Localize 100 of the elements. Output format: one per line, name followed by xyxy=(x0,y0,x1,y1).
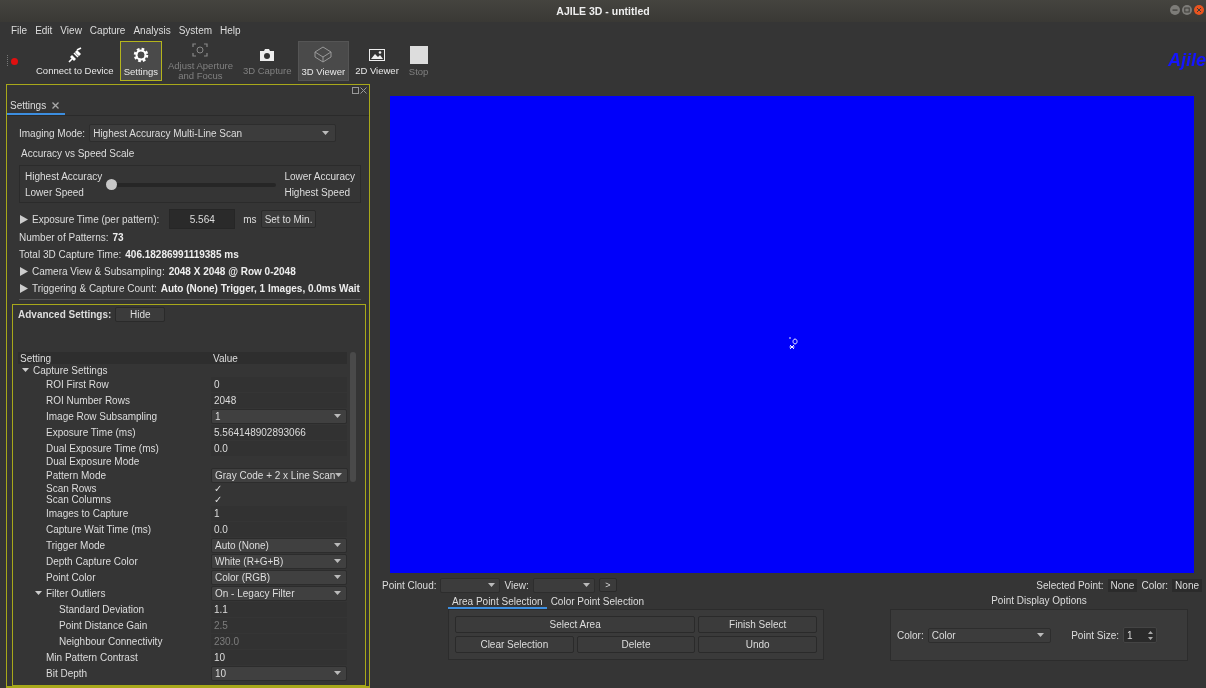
setting-dropdown[interactable]: 10 xyxy=(211,665,347,681)
point-size-spinbox[interactable]: 1 xyxy=(1123,627,1157,643)
color-dropdown[interactable]: Color xyxy=(927,627,1051,643)
field-label: Imaging Mode: xyxy=(19,127,86,139)
menu-item[interactable]: Help xyxy=(220,24,241,36)
setting-name: ROI Number Rows xyxy=(46,394,130,406)
setting-name: Scan Columns xyxy=(46,494,112,505)
dropdown-caret-icon xyxy=(334,591,341,595)
gear-icon xyxy=(131,45,150,64)
action-button[interactable]: Select Area xyxy=(455,616,696,633)
minimize-icon xyxy=(1170,5,1180,15)
field-label: Color: xyxy=(1141,579,1169,591)
toolbar-button[interactable]: 2D Viewer xyxy=(351,41,403,81)
setting-name: Point Color xyxy=(46,571,96,583)
menu-item[interactable]: Capture xyxy=(89,24,126,36)
hide-button[interactable]: Hide xyxy=(115,306,166,322)
slider-thumb[interactable] xyxy=(106,178,118,190)
setting-name: Min Pattern Contrast xyxy=(46,651,138,663)
color-value: None xyxy=(1172,578,1202,592)
selection-tab[interactable]: Color Point Selection xyxy=(546,595,648,609)
scale-label: Highest Speed xyxy=(284,186,351,198)
setting-checkmark[interactable]: ✓ xyxy=(211,483,347,494)
close-icon xyxy=(360,87,367,94)
field-label: View: xyxy=(504,579,529,591)
info-label: Number of Patterns: xyxy=(19,232,109,243)
imaging-mode-dropdown[interactable]: Highest Accuracy Multi-Line Scan xyxy=(89,124,337,142)
toolbar-button[interactable]: Settings xyxy=(119,41,162,81)
exposure-field[interactable]: 5.564 xyxy=(169,209,236,229)
scale-label: Highest Accuracy xyxy=(25,170,103,182)
setting-checkmark[interactable]: ✓ xyxy=(211,494,347,505)
info-label: Total 3D Capture Time: xyxy=(19,249,122,260)
setting-dropdown[interactable]: White (R+G+B) xyxy=(211,553,347,569)
setting-name: Bit Depth xyxy=(46,667,88,679)
setting-name: Scan Rows xyxy=(46,483,97,494)
dropdown-caret-icon xyxy=(334,543,341,547)
info-value: 2048 X 2048 @ Row 0-2048 xyxy=(168,266,296,277)
field-label: Point Size: xyxy=(1071,629,1119,641)
setting-name: Depth Capture Color xyxy=(46,555,138,567)
section-title: Point Display Options xyxy=(990,595,1088,608)
image-icon xyxy=(368,46,386,63)
setting-name: Neighbour Connectivity xyxy=(59,635,163,647)
window-title: AJILE 3D - untitled xyxy=(556,5,650,17)
field-label: Selected Point: xyxy=(1036,579,1104,591)
dropdown-caret-icon xyxy=(335,473,343,477)
view-dropdown[interactable] xyxy=(532,577,595,593)
action-button[interactable]: Clear Selection xyxy=(455,636,574,653)
set-to-min-button[interactable]: Set to Min. xyxy=(260,210,317,228)
menu-item[interactable]: Edit xyxy=(35,24,53,36)
group-label: Capture Settings xyxy=(33,364,108,376)
setting-name: Standard Deviation xyxy=(59,603,145,615)
dropdown-caret-icon xyxy=(582,583,590,587)
action-button[interactable]: Undo xyxy=(698,636,817,653)
action-button[interactable]: Finish Select xyxy=(698,616,817,633)
menu-item[interactable]: System xyxy=(178,24,213,36)
setting-dropdown[interactable]: 1 xyxy=(211,408,347,424)
setting-name: Point Distance Gain xyxy=(59,619,148,631)
setting-dropdown[interactable]: Auto (None) xyxy=(211,537,347,553)
toolbar-button[interactable]: Connect to Device xyxy=(32,41,118,81)
field-label: Color: xyxy=(897,629,924,641)
axis-marker-icon xyxy=(788,336,800,350)
field-label: Exposure Time (per pattern): xyxy=(32,213,160,225)
menu-item[interactable]: Analysis xyxy=(133,24,171,36)
setting-name: Dual Exposure Time (ms) xyxy=(46,442,159,454)
accuracy-slider[interactable] xyxy=(106,178,277,190)
dropdown-caret-icon xyxy=(334,414,341,418)
column-header: Setting xyxy=(19,352,53,364)
selected-point-value: None xyxy=(1107,578,1138,592)
expand-arrow-icon xyxy=(19,214,28,224)
dropdown-caret-icon xyxy=(334,559,341,563)
setting-name: Image Row Subsampling xyxy=(46,410,158,422)
status-dot-icon xyxy=(11,57,18,65)
dropdown-caret-icon xyxy=(488,583,496,587)
toolbar-grip-icon xyxy=(6,55,9,67)
toolbar-button[interactable]: 3D Viewer xyxy=(297,41,350,81)
point-cloud-dropdown[interactable] xyxy=(440,577,501,593)
close-icon xyxy=(52,101,60,109)
3d-viewport[interactable] xyxy=(390,96,1194,573)
info-label: Camera View & Subsampling: xyxy=(32,266,165,277)
spin-arrows-icon xyxy=(1148,630,1153,640)
focus-brackets-icon xyxy=(191,41,210,58)
float-icon xyxy=(352,87,359,94)
action-button[interactable]: Delete xyxy=(576,636,696,653)
setting-dropdown[interactable]: On - Legacy Filter xyxy=(211,585,347,601)
info-value: 73 xyxy=(112,232,124,243)
dropdown-caret-icon xyxy=(1036,633,1044,637)
dropdown-caret-icon xyxy=(334,575,341,579)
setting-dropdown[interactable]: Color (RGB) xyxy=(211,569,347,585)
logo: Ajile xyxy=(1168,50,1206,71)
setting-name: Dual Exposure Mode xyxy=(46,456,140,467)
info-value: 406.18286991119385 ms xyxy=(125,249,239,260)
unit-label: ms xyxy=(243,213,257,225)
section-label: Accuracy vs Speed Scale xyxy=(21,148,136,159)
menu-item[interactable]: File xyxy=(11,24,28,36)
setting-name: Pattern Mode xyxy=(46,469,107,481)
column-header: Value xyxy=(212,352,238,364)
setting-dropdown[interactable]: Gray Code + 2 x Line Scan xyxy=(211,467,349,483)
scale-label: Lower Accuracy xyxy=(284,170,355,182)
go-button[interactable]: > xyxy=(598,578,617,592)
section-label: Advanced Settings: xyxy=(18,308,112,320)
menu-item[interactable]: View xyxy=(60,24,82,36)
